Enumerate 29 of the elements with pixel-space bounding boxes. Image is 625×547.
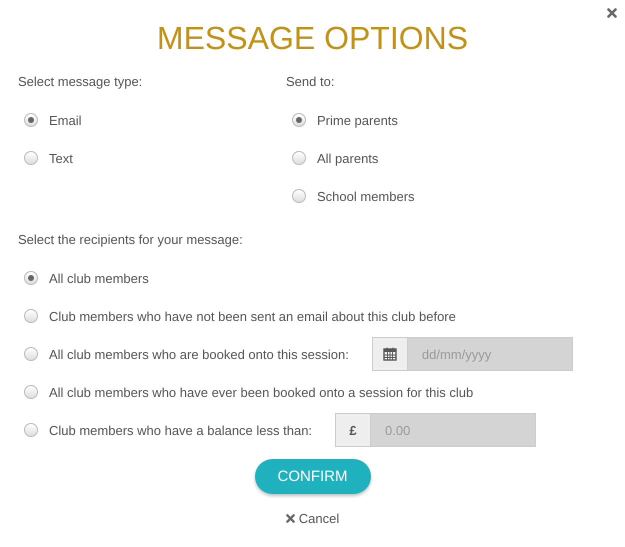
calendar-icon[interactable] (372, 337, 408, 371)
option-label[interactable]: Text (49, 150, 73, 166)
group-label: Select message type: (18, 73, 144, 91)
option-label[interactable]: All club members (49, 270, 149, 286)
radio-button[interactable] (24, 347, 38, 361)
radio-button[interactable] (24, 309, 38, 323)
radio-button[interactable] (24, 271, 38, 285)
radio-button[interactable] (292, 113, 306, 127)
option-label[interactable]: All parents (317, 150, 378, 166)
option-label[interactable]: All club members who have ever been booked onto a session for this club (49, 384, 474, 400)
cancel-link[interactable]: Cancel (286, 511, 340, 526)
option-label[interactable]: Prime parents (317, 112, 398, 128)
group-label: Select the recipients for your message: (18, 231, 244, 249)
option-label[interactable]: School members (317, 188, 415, 204)
dialog-title: MESSAGE OPTIONS (156, 19, 470, 58)
option-label[interactable]: Email (49, 112, 82, 128)
close-button[interactable] (607, 8, 619, 20)
radio-button[interactable] (24, 113, 38, 127)
group-label: Send to: (286, 73, 336, 91)
radio-button[interactable] (24, 385, 38, 399)
radio-button[interactable] (292, 189, 306, 203)
option-label[interactable]: All club members who are booked onto this session: (49, 346, 349, 362)
close-icon (286, 514, 295, 523)
currency-symbol: £ (349, 422, 357, 438)
radio-button[interactable] (24, 151, 38, 165)
radio-button[interactable] (292, 151, 306, 165)
option-label[interactable]: Club members who have a balance less than: (49, 422, 312, 438)
option-label[interactable]: Club members who have not been sent an email about this club before (49, 308, 456, 324)
radio-button[interactable] (24, 423, 38, 437)
